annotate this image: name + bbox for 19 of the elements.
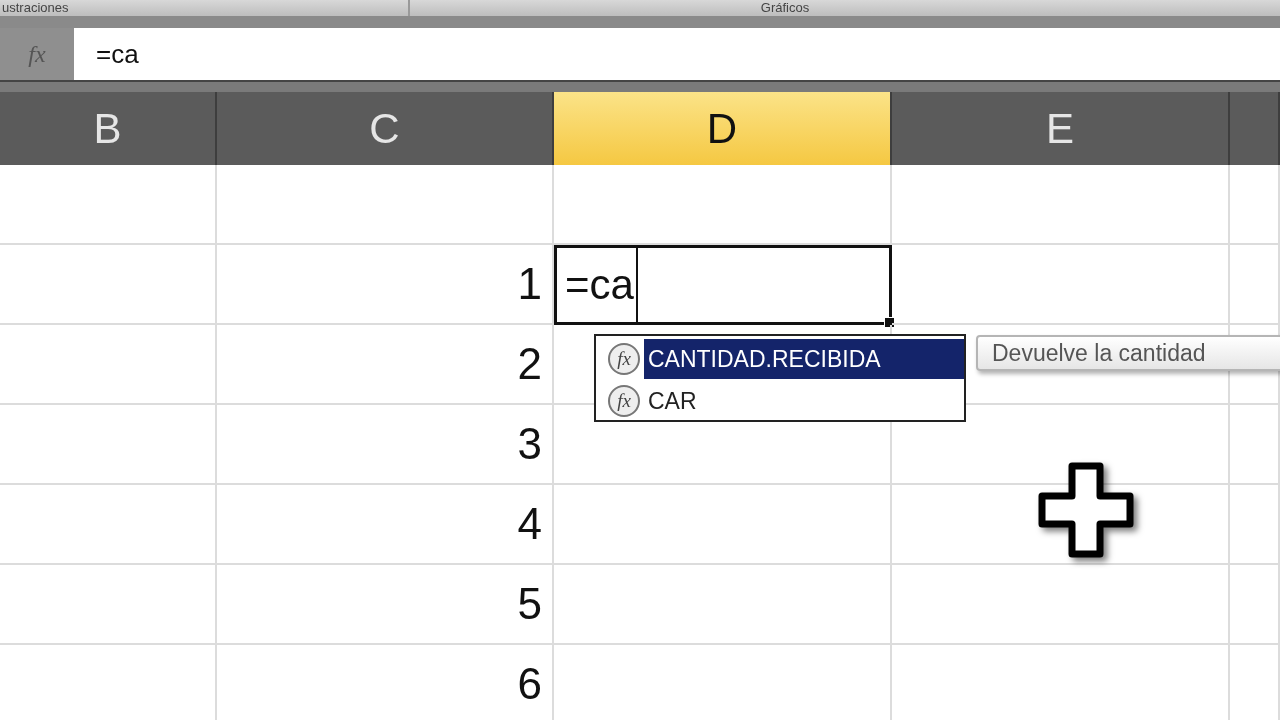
- fill-handle[interactable]: [884, 317, 895, 328]
- formula-field[interactable]: =ca: [74, 28, 1280, 80]
- cell-value: 5: [517, 579, 542, 629]
- cell-value: 2: [517, 339, 542, 389]
- column-header[interactable]: B: [0, 92, 217, 165]
- column-header[interactable]: D: [554, 92, 892, 165]
- ribbon-group-label: Gráficos: [759, 0, 811, 16]
- active-cell[interactable]: =ca: [554, 245, 892, 325]
- cell-value: 1: [517, 259, 542, 309]
- autocomplete-item[interactable]: CAR: [644, 381, 964, 421]
- cell-value: 4: [517, 499, 542, 549]
- function-icon: fx: [608, 385, 640, 417]
- cell-value: 3: [517, 419, 542, 469]
- cell-value: 6: [517, 659, 542, 709]
- function-icon: fx: [608, 343, 640, 375]
- column-header[interactable]: E: [892, 92, 1230, 165]
- function-tooltip: Devuelve la cantidad: [976, 335, 1280, 371]
- cell-input-text: =ca: [565, 261, 634, 309]
- autocomplete-item[interactable]: CANTIDAD.RECIBIDA: [644, 339, 964, 379]
